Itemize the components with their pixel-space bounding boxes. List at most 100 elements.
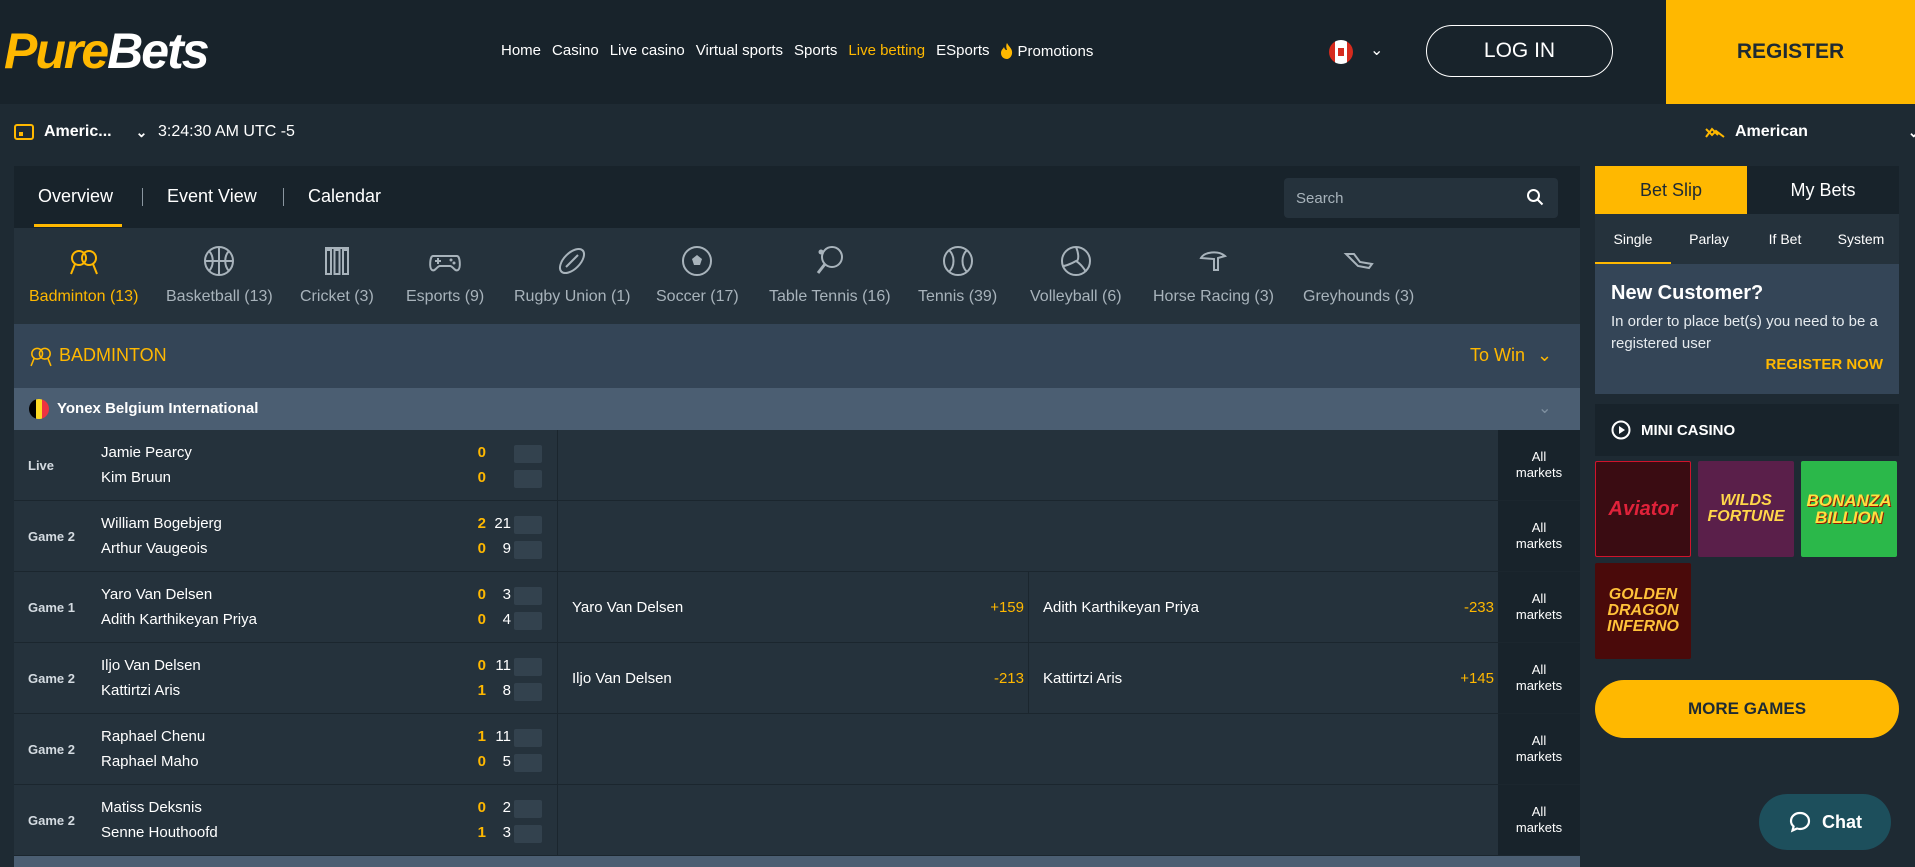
sport-basketball[interactable]: Basketball (13) [166,244,273,306]
column-divider [557,643,558,713]
column-divider [557,714,558,784]
main-nav: Home Casino Live casino Virtual sports S… [501,42,1093,60]
sportsbook-main: Overview Event View Calendar Badminton (… [14,166,1580,867]
canada-flag-icon[interactable] [1329,40,1353,64]
chevron-down-icon[interactable]: ⌄ [1538,398,1551,418]
score-home-points: 3 [502,586,511,603]
tab-my-bets[interactable]: My Bets [1747,166,1899,214]
odds-home-name[interactable]: Iljo Van Delsen [572,670,672,687]
new-customer-title: New Customer? [1611,282,1764,304]
sport-horse-racing[interactable]: Horse Racing (3) [1153,244,1274,306]
odds-away-price[interactable]: +145 [1434,670,1494,687]
all-markets-button[interactable]: All markets [1498,643,1580,713]
chat-button[interactable]: Chat [1759,794,1891,850]
score-box [514,470,542,488]
nav-sports[interactable]: Sports [794,42,837,60]
search-icon[interactable] [1526,188,1544,206]
match-row: Live Jamie Pearcy Kim Bruun 0 0 All mark… [14,430,1580,501]
score-box [514,729,542,747]
odds-away-name[interactable]: Adith Karthikeyan Priya [1043,599,1199,616]
odds-home-price[interactable]: +159 [964,599,1024,616]
nav-casino[interactable]: Casino [552,42,599,60]
score-home-sets: 0 [477,444,486,461]
match-row: Game 1 Yaro Van Delsen Adith Karthikeyan… [14,572,1580,643]
all-markets-button[interactable]: All markets [1498,501,1580,571]
nav-promotions[interactable]: Promotions [1000,42,1093,60]
all-markets-button[interactable]: All markets [1498,785,1580,855]
tab-overview[interactable]: Overview [38,186,113,207]
sport-rugby-union[interactable]: Rugby Union (1) [514,244,631,306]
score-away-points: 3 [502,824,511,841]
sport-esports[interactable]: Esports (9) [406,244,484,306]
score-box [514,658,542,676]
nav-live-betting[interactable]: Live betting [848,42,925,60]
column-divider [1028,572,1029,642]
player-home: William Bogebjerg [101,515,222,532]
score-box [514,445,542,463]
all-markets-button[interactable]: All markets [1498,714,1580,784]
odds-away-name[interactable]: Kattirtzi Aris [1043,670,1122,687]
match-list: Live Jamie Pearcy Kim Bruun 0 0 All mark… [14,430,1580,856]
play-circle-icon [1611,420,1631,440]
game-tile-aviator[interactable]: Aviator [1595,461,1691,557]
sport-soccer[interactable]: Soccer (17) [656,244,739,306]
language-chevron-down-icon[interactable]: ⌄ [1370,40,1383,60]
purebets-logo[interactable]: PureBets [4,22,210,80]
sport-badminton[interactable]: Badminton (13) [29,244,138,306]
register-button[interactable]: REGISTER [1666,0,1915,104]
search-input[interactable] [1284,178,1558,218]
register-now-link[interactable]: REGISTER NOW [1765,356,1883,373]
odds-home-price[interactable]: -213 [964,670,1024,687]
player-home: Yaro Van Delsen [101,586,213,603]
score-home-sets: 0 [477,586,486,603]
tab-calendar[interactable]: Calendar [308,186,381,207]
login-button[interactable]: LOG IN [1426,25,1613,77]
trend-icon [1705,127,1725,138]
sport-volleyball[interactable]: Volleyball (6) [1030,244,1122,306]
nav-home[interactable]: Home [501,42,541,60]
tab-bet-slip[interactable]: Bet Slip [1595,166,1747,214]
sport-cricket[interactable]: Cricket (3) [300,244,374,306]
score-away-points: 4 [502,611,511,628]
next-league-header[interactable] [14,856,1580,867]
bet-type-system[interactable]: System [1823,214,1899,264]
game-tile-bonanza-billion[interactable]: BONANZA BILLION [1801,461,1897,557]
score-home-points: 11 [495,657,511,674]
game-tile-wilds-fortune[interactable]: WILDS FORTUNE [1698,461,1794,557]
player-home: Iljo Van Delsen [101,657,201,674]
all-markets-button[interactable]: All markets [1498,430,1580,500]
bet-type-if-bet[interactable]: If Bet [1747,214,1823,264]
market-selector[interactable]: To Win ⌄ [1470,345,1552,366]
player-away: Arthur Vaugeois [101,540,208,557]
sport-table-tennis[interactable]: Table Tennis (16) [769,244,891,306]
score-box [514,825,542,843]
column-divider [557,501,558,571]
nav-esports[interactable]: ESports [936,42,989,60]
odds-away-price[interactable]: -233 [1434,599,1494,616]
sport-greyhounds[interactable]: Greyhounds (3) [1303,244,1414,306]
bet-type-parlay[interactable]: Parlay [1671,214,1747,264]
badminton-icon [30,347,52,367]
match-period: Live [28,458,55,473]
odds-format-selector-left[interactable]: Americ... ⌄ [14,123,147,141]
view-tabs: Overview Event View Calendar [14,166,1580,228]
all-markets-button[interactable]: All markets [1498,572,1580,642]
cricket-icon [324,247,349,275]
odds-home-name[interactable]: Yaro Van Delsen [572,599,683,616]
tab-event-view[interactable]: Event View [167,186,257,207]
odds-format-selector[interactable]: American ⌄ [1705,123,1915,141]
match-period: Game 2 [28,671,75,686]
nav-live-casino[interactable]: Live casino [610,42,685,60]
tennis-ball-icon [942,246,973,276]
nav-virtual-sports[interactable]: Virtual sports [696,42,783,60]
flame-icon [1001,43,1013,59]
league-header[interactable]: Yonex Belgium International ⌄ [14,388,1580,430]
top-header: PureBets Home Casino Live casino Virtual… [0,0,1915,104]
mini-casino-header[interactable]: MINI CASINO [1595,404,1899,456]
game-tile-golden-dragon-inferno[interactable]: GOLDEN DRAGON INFERNO [1595,563,1691,659]
chevron-down-icon: ⌄ [1537,345,1553,365]
bet-type-single[interactable]: Single [1595,214,1671,264]
more-games-button[interactable]: MORE GAMES [1595,680,1899,738]
match-row: Game 2 Iljo Van Delsen Kattirtzi Aris 0 … [14,643,1580,714]
sport-tennis[interactable]: Tennis (39) [918,244,997,306]
